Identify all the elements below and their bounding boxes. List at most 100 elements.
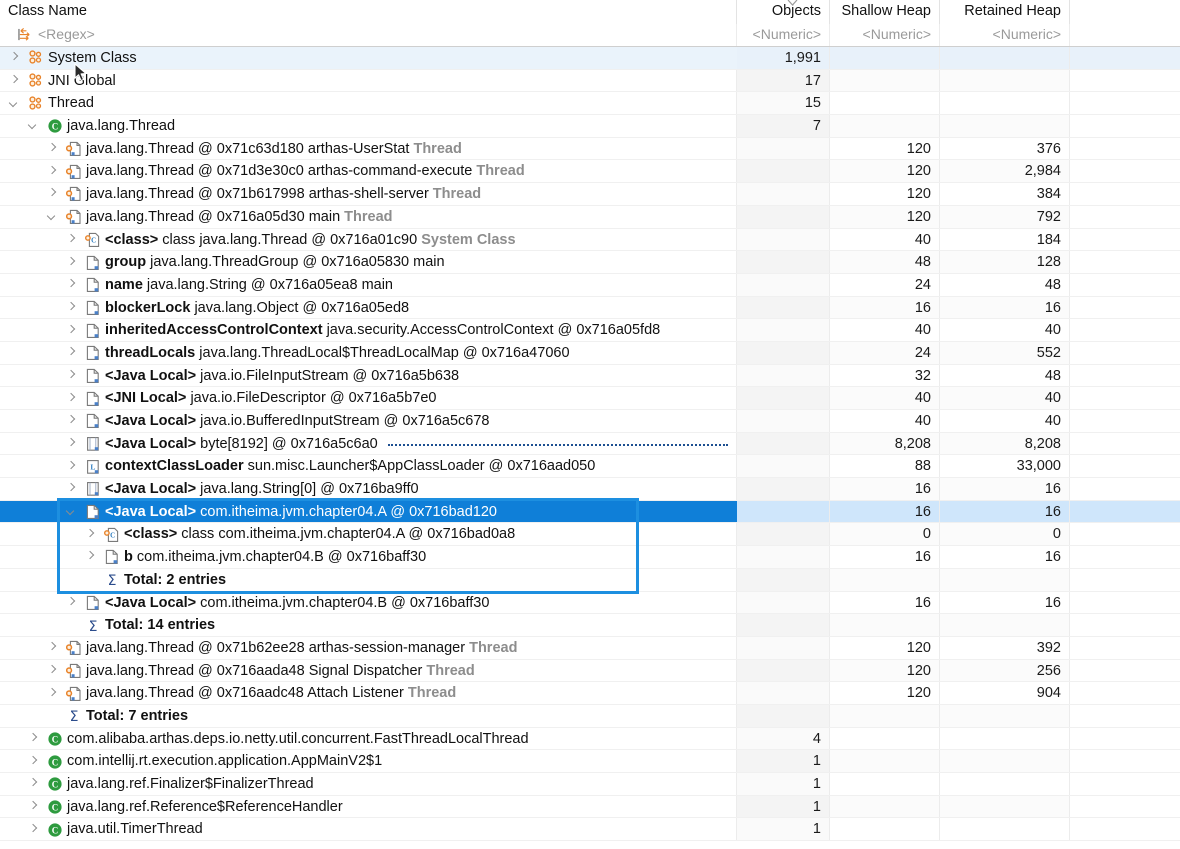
table-row[interactable]: Thread 15 xyxy=(0,92,1180,116)
chevron-right-icon[interactable] xyxy=(48,643,57,652)
table-row[interactable]: Cjava.lang.ref.Reference$ReferenceHandle… xyxy=(0,795,1180,819)
table-row[interactable]: Ccom.alibaba.arthas.deps.io.netty.util.c… xyxy=(0,727,1180,751)
table-row[interactable]: LcontextClassLoader sun.misc.Launcher$Ap… xyxy=(0,455,1180,479)
table-row[interactable]: java.lang.Thread @ 0x716aadc48 Attach Li… xyxy=(0,682,1180,705)
table-row[interactable]: Ccom.intellij.rt.execution.application.A… xyxy=(0,750,1180,773)
filter-input-retained-heap[interactable]: <Numeric> xyxy=(940,24,1070,46)
chevron-right-icon[interactable] xyxy=(48,167,57,176)
column-header-class-name[interactable]: Class Name xyxy=(8,0,87,24)
row-name-cell[interactable]: group java.lang.ThreadGroup @ 0x716a0583… xyxy=(0,251,737,274)
chevron-right-icon[interactable] xyxy=(67,598,76,607)
chevron-right-icon[interactable] xyxy=(67,235,76,244)
table-row[interactable]: JNI Global 17 xyxy=(0,69,1180,93)
table-row[interactable]: Cjava.lang.Thread 7 xyxy=(0,115,1180,138)
row-name-cell[interactable]: inheritedAccessControlContext java.secur… xyxy=(0,319,737,342)
row-name-cell[interactable]: <Java Local> java.io.FileInputStream @ 0… xyxy=(0,365,737,388)
chevron-right-icon[interactable] xyxy=(67,326,76,335)
row-name-cell[interactable]: Ccom.alibaba.arthas.deps.io.netty.util.c… xyxy=(0,728,737,751)
chevron-right-icon[interactable] xyxy=(29,779,38,788)
chevron-right-icon[interactable] xyxy=(48,666,57,675)
table-row[interactable]: blockerLock java.lang.Object @ 0x716a05e… xyxy=(0,296,1180,320)
chevron-down-icon[interactable] xyxy=(10,99,19,108)
table-row[interactable]: name java.lang.String @ 0x716a05ea8 main… xyxy=(0,273,1180,297)
column-header-objects[interactable]: Objects xyxy=(737,0,830,24)
chevron-right-icon[interactable] xyxy=(67,439,76,448)
chevron-right-icon[interactable] xyxy=(67,348,76,357)
chevron-right-icon[interactable] xyxy=(67,258,76,267)
filter-input-class-name[interactable]: <Regex> xyxy=(38,24,95,46)
chevron-right-icon[interactable] xyxy=(10,76,19,85)
table-row[interactable]: java.lang.Thread @ 0x71c63d180 arthas-Us… xyxy=(0,137,1180,161)
table-row[interactable]: C <class> class java.lang.Thread @ 0x716a… xyxy=(0,228,1180,252)
chevron-right-icon[interactable] xyxy=(29,825,38,834)
table-row[interactable]: Σ Total: 14 entries xyxy=(0,614,1180,637)
filter-row[interactable]: <Regex> <Numeric> <Numeric> <Numeric> xyxy=(0,24,1180,46)
row-name-cell[interactable]: name java.lang.String @ 0x716a05ea8 main xyxy=(0,274,737,297)
row-name-cell[interactable]: <JNI Local> java.io.FileDescriptor @ 0x7… xyxy=(0,387,737,410)
row-name-cell[interactable]: Σ Total: 14 entries xyxy=(0,614,737,637)
row-name-cell[interactable]: Cjava.util.TimerThread xyxy=(0,818,737,841)
filter-input-objects[interactable]: <Numeric> xyxy=(737,24,830,46)
chevron-right-icon[interactable] xyxy=(67,371,76,380)
row-name-cell[interactable]: System Class xyxy=(0,47,737,70)
chevron-right-icon[interactable] xyxy=(67,303,76,312)
row-name-cell[interactable]: Cjava.lang.Thread xyxy=(0,115,737,138)
row-name-cell[interactable]: JNI Global xyxy=(0,70,737,93)
row-name-cell[interactable]: java.lang.Thread @ 0x71d3e30c0 arthas-co… xyxy=(0,160,737,183)
row-name-cell[interactable]: <Java Local> java.io.BufferedInputStream… xyxy=(0,410,737,433)
row-name-cell[interactable]: Cjava.lang.ref.Reference$ReferenceHandle… xyxy=(0,796,737,819)
table-row[interactable]: java.lang.Thread @ 0x716a05d30 main Thre… xyxy=(0,205,1180,229)
table-row[interactable]: Cjava.util.TimerThread 1 xyxy=(0,818,1180,842)
row-name-cell[interactable]: java.lang.Thread @ 0x716aada48 Signal Di… xyxy=(0,660,737,683)
table-row[interactable]: java.lang.Thread @ 0x71d3e30c0 arthas-co… xyxy=(0,160,1180,184)
row-name-cell[interactable]: Ccom.intellij.rt.execution.application.A… xyxy=(0,750,737,773)
chevron-right-icon[interactable] xyxy=(67,394,76,403)
table-row[interactable]: java.lang.Thread @ 0x71b617998 arthas-sh… xyxy=(0,183,1180,206)
chevron-right-icon[interactable] xyxy=(29,734,38,743)
row-name-cell[interactable]: java.lang.Thread @ 0x71b62ee28 arthas-se… xyxy=(0,637,737,660)
row-name-cell[interactable]: java.lang.Thread @ 0x716aadc48 Attach Li… xyxy=(0,682,737,705)
row-name-cell[interactable]: blockerLock java.lang.Object @ 0x716a05e… xyxy=(0,297,737,320)
chevron-right-icon[interactable] xyxy=(67,462,76,471)
chevron-right-icon[interactable] xyxy=(10,53,19,62)
row-name-cell[interactable]: Thread xyxy=(0,92,737,115)
chevron-right-icon[interactable] xyxy=(29,802,38,811)
column-header-shallow-heap[interactable]: Shallow Heap xyxy=(830,0,940,24)
table-row[interactable]: java.lang.Thread @ 0x716aada48 Signal Di… xyxy=(0,659,1180,683)
table-row[interactable]: <Java Local> java.io.FileInputStream @ 0… xyxy=(0,364,1180,388)
row-name-cell[interactable]: LcontextClassLoader sun.misc.Launcher$Ap… xyxy=(0,455,737,478)
table-row[interactable]: <Java Local> java.io.BufferedInputStream… xyxy=(0,410,1180,433)
chevron-right-icon[interactable] xyxy=(29,757,38,766)
table-row[interactable]: Σ Total: 7 entries xyxy=(0,704,1180,728)
chevron-right-icon[interactable] xyxy=(48,144,57,153)
column-header-retained-heap[interactable]: Retained Heap xyxy=(940,0,1070,24)
row-name-cell[interactable]: C <class> class java.lang.Thread @ 0x716a… xyxy=(0,229,737,252)
table-row[interactable]: <JNI Local> java.io.FileDescriptor @ 0x7… xyxy=(0,387,1180,410)
table-row[interactable]: group java.lang.ThreadGroup @ 0x716a0583… xyxy=(0,251,1180,274)
chevron-down-icon[interactable] xyxy=(29,121,38,130)
row-name-cell[interactable]: Cjava.lang.ref.Finalizer$FinalizerThread xyxy=(0,773,737,796)
row-name-cell[interactable]: <Java Local> byte[8192] @ 0x716a5c6a0 xyxy=(0,433,737,456)
table-row[interactable]: Cjava.lang.ref.Finalizer$FinalizerThread… xyxy=(0,773,1180,796)
chevron-right-icon[interactable] xyxy=(67,484,76,493)
row-name-cell[interactable]: java.lang.Thread @ 0x71c63d180 arthas-Us… xyxy=(0,138,737,161)
chevron-right-icon[interactable] xyxy=(67,416,76,425)
row-name-cell[interactable]: <Java Local> com.itheima.jvm.chapter04.B… xyxy=(0,592,737,615)
table-row[interactable]: <Java Local> com.itheima.jvm.chapter04.B… xyxy=(0,591,1180,615)
tree-rows[interactable]: System Class 1,991 JNI Global 17 Thread 15 Cja… xyxy=(0,47,1180,842)
table-row[interactable]: inheritedAccessControlContext java.secur… xyxy=(0,319,1180,342)
table-row[interactable]: java.lang.Thread @ 0x71b62ee28 arthas-se… xyxy=(0,636,1180,660)
row-name-cell[interactable]: threadLocals java.lang.ThreadLocal$Threa… xyxy=(0,342,737,365)
table-row[interactable]: System Class 1,991 xyxy=(0,47,1180,70)
chevron-right-icon[interactable] xyxy=(48,189,57,198)
chevron-right-icon[interactable] xyxy=(48,689,57,698)
filter-input-shallow-heap[interactable]: <Numeric> xyxy=(830,24,940,46)
table-row[interactable]: threadLocals java.lang.ThreadLocal$Threa… xyxy=(0,341,1180,365)
dominator-tree-view[interactable]: Class Name Objects Shallow Heap Retained… xyxy=(0,0,1180,849)
chevron-right-icon[interactable] xyxy=(67,280,76,289)
row-name-cell[interactable]: java.lang.Thread @ 0x71b617998 arthas-sh… xyxy=(0,183,737,206)
row-name-cell[interactable]: java.lang.Thread @ 0x716a05d30 main Thre… xyxy=(0,206,737,229)
table-row[interactable]: <Java Local> byte[8192] @ 0x716a5c6a0 8,2… xyxy=(0,432,1180,456)
row-name-cell[interactable]: Σ Total: 7 entries xyxy=(0,705,737,728)
chevron-down-icon[interactable] xyxy=(48,212,57,221)
